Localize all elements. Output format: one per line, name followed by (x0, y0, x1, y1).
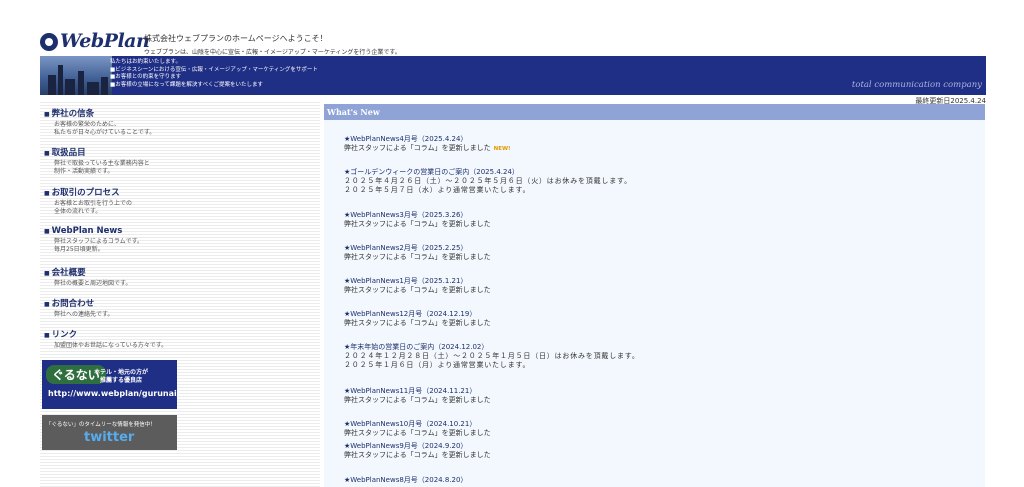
news-detail: 弊社スタッフによる「コラム」を更新しました (344, 286, 491, 294)
news-item[interactable]: ★WebPlanNews9月号（2024.9.20） 弊社スタッフによる「コラム… (344, 442, 491, 460)
logo-mark-icon (40, 33, 58, 51)
sidebar-item-title[interactable]: WebPlan News (44, 226, 143, 236)
sidebar-item-news[interactable]: WebPlan News 弊社スタッフによるコラムです。 毎月25日頃更新。 (44, 226, 143, 253)
sidebar-item-products[interactable]: 取扱品目 弊社で取扱っている主な業務内容と 制作・活動実績です。 (44, 146, 150, 175)
city-photo (40, 56, 112, 95)
news-detail: ２０２５年５月７日（水）より通常営業いたします。 (344, 186, 531, 194)
twitter-banner[interactable]: 「ぐるない」のタイムリーな情報を発信中！ twitter (42, 415, 177, 450)
sidebar-item-contact[interactable]: お問合わせ 弊社への連絡先です。 (44, 297, 114, 319)
news-item[interactable]: ★WebPlanNews11月号（2024.11.21） 弊社スタッフによる「コ… (344, 387, 491, 405)
sidebar: 弊社の信条 お客様の繁栄のために、 私たちが日々心がけていることです。 取扱品目… (40, 100, 320, 487)
banner-line: ■お客様との約束を守ります (110, 74, 182, 80)
new-badge: NEW! (493, 146, 511, 152)
sidebar-item-desc: 弊社への連絡先です。 (54, 311, 114, 318)
banner-text-block: 私たちはお約束いたします。 ■ビジネスシーンにおける宣伝・広報・イメージアップ・… (110, 59, 318, 89)
gurunai-banner[interactable]: ぐるない ホテル・地元の方が 推薦する優良店 http://www.webpla… (42, 360, 180, 409)
news-title[interactable]: ★WebPlanNews9月号（2024.9.20） (344, 442, 491, 451)
news-title[interactable]: ★WebPlanNews3月号（2025.3.26） (344, 211, 491, 220)
news-title[interactable]: ★WebPlanNews4月号（2025.4.24） (344, 135, 511, 144)
whats-new-header: What's New (324, 104, 985, 120)
whats-new-panel: What's New ★WebPlanNews4月号（2025.4.24） 弊社… (324, 104, 985, 487)
sidebar-item-title[interactable]: 会社概要 (44, 266, 131, 278)
sidebar-item-desc: 弊社で取扱っている主な業務内容と (54, 160, 150, 167)
news-detail: 弊社スタッフによる「コラム」を更新しました (344, 396, 491, 404)
news-title[interactable]: ★WebPlanNews10月号（2024.10.21） (344, 420, 491, 429)
news-item[interactable]: ★WebPlanNews2月号（2025.2.25） 弊社スタッフによる「コラム… (344, 244, 491, 262)
news-title[interactable]: ★WebPlanNews2月号（2025.2.25） (344, 244, 491, 253)
news-item[interactable]: ★WebPlanNews12月号（2024.12.19） 弊社スタッフによる「コ… (344, 310, 491, 328)
news-detail: 弊社スタッフによる「コラム」を更新しました (344, 451, 491, 459)
news-item[interactable]: ★ゴールデンウィークの営業日のご案内（2025.4.24） ２０２５年４月２６日… (344, 168, 632, 195)
sidebar-item-desc: 弊社の概要と周辺地図です。 (54, 280, 132, 287)
news-item[interactable]: ★年末年始の営業日のご案内（2024.12.02） ２０２４年１２月２８日（土）… (344, 343, 640, 370)
sidebar-item-desc: 私たちが日々心がけていることです。 (54, 128, 156, 136)
sidebar-item-title[interactable]: お取引のプロセス (44, 186, 132, 198)
intro-text: ウェブプランは、山陰を中心に宣伝・広報・イメージアップ・マーケティングを行う企業… (144, 49, 401, 56)
header-banner: 私たちはお約束いたします。 ■ビジネスシーンにおける宣伝・広報・イメージアップ・… (40, 56, 986, 95)
sidebar-item-desc: お客様とお取引を行う上での (54, 200, 133, 207)
news-detail: 弊社スタッフによる「コラム」を更新しました (344, 319, 491, 327)
sidebar-item-title[interactable]: 弊社の信条 (44, 107, 155, 119)
news-detail: 弊社スタッフによる「コラム」を更新しました (344, 220, 491, 228)
news-item[interactable]: ★WebPlanNews8月号（2024.8.20） (344, 476, 467, 485)
news-detail: ２０２５年４月２６日（土）～２０２５年５月６日（火）はお休みを頂戴します。 (344, 177, 632, 185)
welcome-text: 株式会社ウェブプランのホームページへようこそ！ (144, 34, 328, 43)
sidebar-item-title[interactable]: 取扱品目 (44, 146, 150, 158)
sidebar-item-company[interactable]: 会社概要 弊社の概要と周辺地図です。 (44, 266, 132, 288)
gurunai-caption: 推薦する優良店 (100, 377, 143, 384)
sidebar-item-desc: 加盟団体やお世話になっている方々です。 (54, 342, 168, 349)
sidebar-item-desc: 毎月25日頃更新。 (54, 245, 104, 253)
news-detail: 弊社スタッフによる「コラム」を更新しました NEW! (344, 144, 511, 152)
news-title[interactable]: ★WebPlanNews11月号（2024.11.21） (344, 387, 491, 396)
logo-text: WebPlan (60, 30, 150, 52)
sidebar-item-title[interactable]: お問合わせ (44, 297, 113, 309)
news-title[interactable]: ★年末年始の営業日のご案内（2024.12.02） (344, 343, 640, 352)
news-item[interactable]: ★WebPlanNews1月号（2025.1.21） 弊社スタッフによる「コラム… (344, 277, 491, 295)
news-detail: ２０２５年１月６日（月）より通常営業いたします。 (344, 361, 531, 369)
news-title[interactable]: ★WebPlanNews12月号（2024.12.19） (344, 310, 491, 319)
banner-tagline: total communication company (851, 80, 982, 90)
whats-new-title: What's New (327, 107, 380, 117)
gurunai-url: http://www.webplan/gurunai/ (48, 389, 180, 398)
news-item[interactable]: ★WebPlanNews3月号（2025.3.26） 弊社スタッフによる「コラム… (344, 211, 491, 229)
news-title[interactable]: ★WebPlanNews8月号（2024.8.20） (344, 476, 467, 485)
sidebar-item-desc: 全体の流れです。 (54, 207, 102, 215)
news-title[interactable]: ★ゴールデンウィークの営業日のご案内（2025.4.24） (344, 168, 632, 177)
sidebar-item-title[interactable]: リンク (44, 328, 167, 340)
sidebar-item-desc: 弊社スタッフによるコラムです。 (54, 238, 144, 245)
sidebar-item-desc: 制作・活動実績です。 (54, 167, 114, 175)
news-detail: 弊社スタッフによる「コラム」を更新しました (344, 253, 491, 261)
sidebar-item-philosophy[interactable]: 弊社の信条 お客様の繁栄のために、 私たちが日々心がけていることです。 (44, 107, 156, 136)
news-title[interactable]: ★WebPlanNews1月号（2025.1.21） (344, 277, 491, 286)
banner-line: ■お客様の立場になって課題を解決すべくご提案をいたします (110, 81, 264, 88)
news-item[interactable]: ★WebPlanNews10月号（2024.10.21） 弊社スタッフによる「コ… (344, 420, 491, 438)
sidebar-item-process[interactable]: お取引のプロセス お客様とお取引を行う上での 全体の流れです。 (44, 186, 132, 215)
twitter-logo: twitter (84, 430, 135, 445)
site-logo[interactable]: WebPlan (40, 30, 150, 56)
news-detail: ２０２４年１２月２８日（土）～２０２５年１月５日（日）はお休みを頂戴します。 (344, 352, 640, 360)
banner-line: 私たちはお約束いたします。 (110, 59, 181, 65)
sidebar-item-links[interactable]: リンク 加盟団体やお世話になっている方々です。 (44, 328, 167, 350)
sidebar-item-desc: お客様の繁栄のために、 (54, 121, 120, 128)
twitter-caption: 「ぐるない」のタイムリーな情報を発信中！ (46, 422, 156, 428)
news-detail: 弊社スタッフによる「コラム」を更新しました (344, 429, 491, 437)
news-item[interactable]: ★WebPlanNews4月号（2025.4.24） 弊社スタッフによる「コラム… (344, 135, 511, 154)
banner-line: ■ビジネスシーンにおける宣伝・広報・イメージアップ・マーケティングをサポート (110, 66, 318, 73)
